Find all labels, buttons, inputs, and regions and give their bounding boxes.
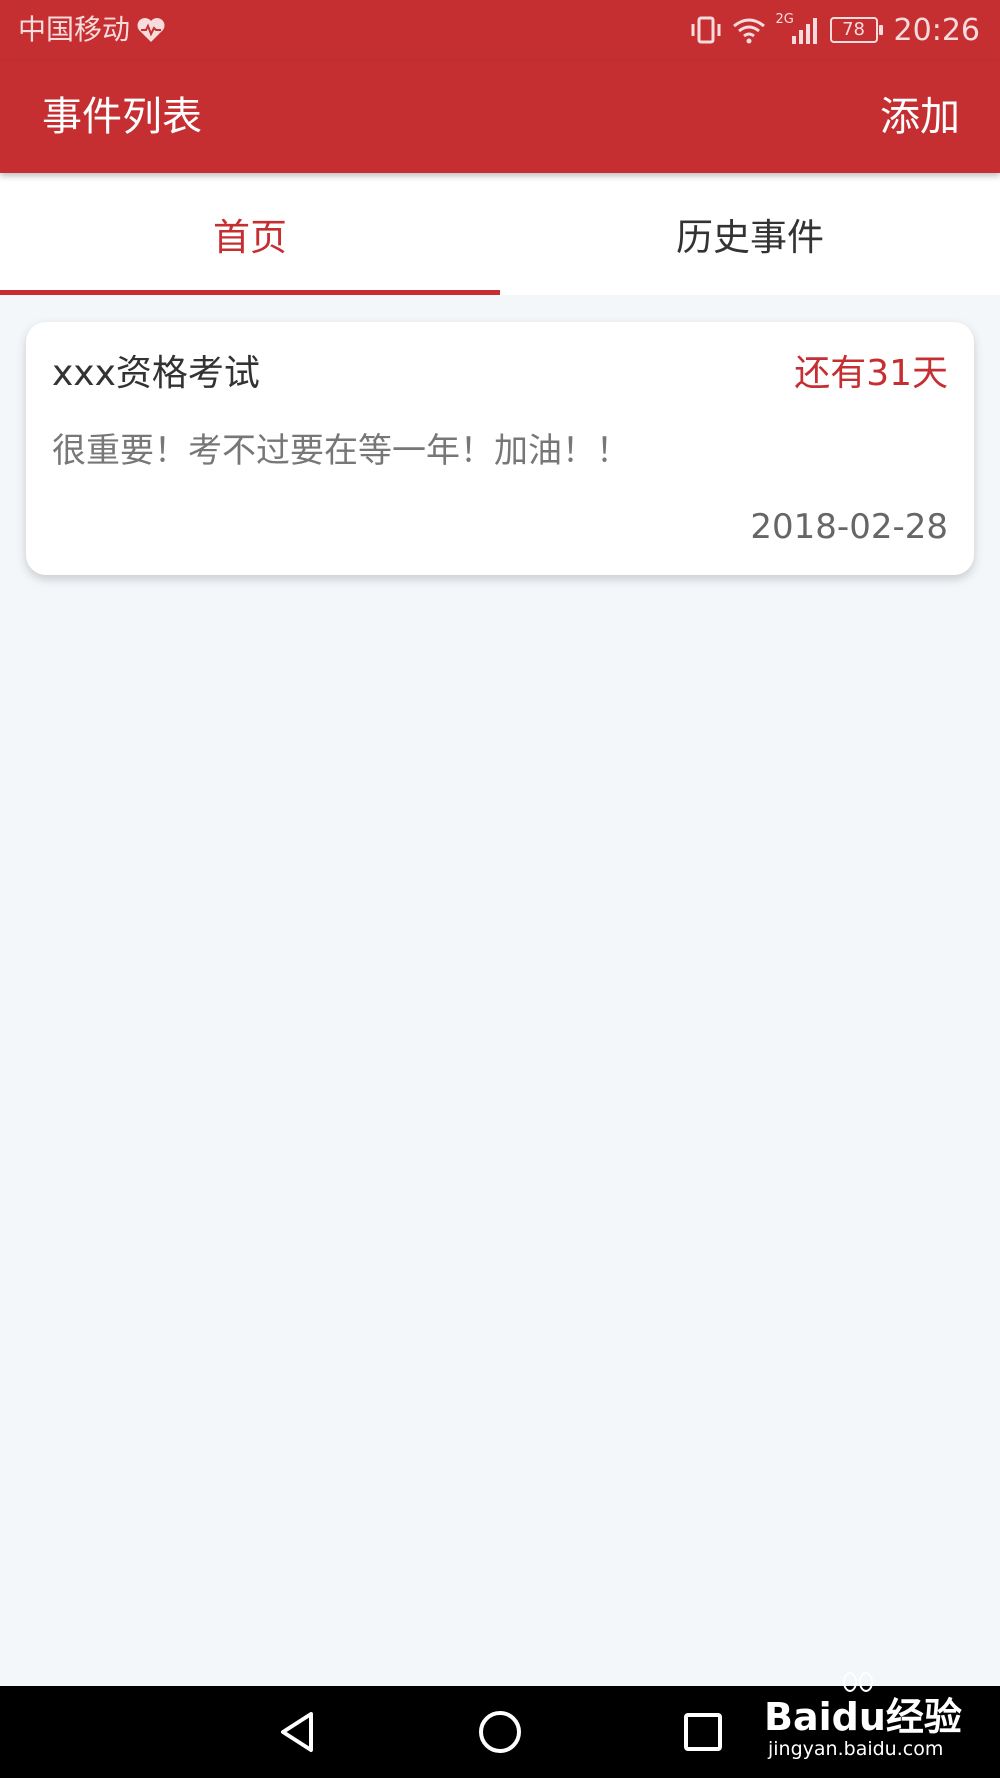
back-triangle-icon [281, 1712, 313, 1752]
event-description: 很重要！考不过要在等一年！加油！！ [52, 431, 630, 471]
vibrate-icon [691, 16, 721, 44]
tab-home-label: 首页 [213, 216, 287, 259]
recent-square-icon [684, 1713, 722, 1751]
add-event-button[interactable]: 添加 [880, 92, 960, 142]
tab-history-label: 历史事件 [676, 216, 824, 259]
signal-indicator: 2G [776, 12, 820, 46]
event-date: 2018-02-28 [750, 507, 948, 547]
tab-history[interactable]: 历史事件 [500, 173, 1000, 295]
tab-bar: 首页 历史事件 [0, 173, 1000, 295]
app-bar: 事件列表 添加 [0, 62, 1000, 173]
carrier-info: 中国移动 [18, 12, 166, 48]
wifi-icon [732, 18, 765, 44]
event-card[interactable]: xxx资格考试 还有31天 很重要！考不过要在等一年！加油！！ 2018-02-… [26, 322, 974, 575]
status-icons: 2G 78 20:26 [690, 10, 980, 50]
recent-apps-button[interactable] [648, 1686, 758, 1778]
back-button[interactable] [242, 1686, 352, 1778]
clock: 20:26 [893, 12, 980, 48]
signal-icon [791, 18, 817, 44]
watermark-url: jingyan.baidu.com [768, 1738, 944, 1760]
baidu-watermark: Baidu经验 jingyan.baidu.com [764, 1672, 984, 1772]
watermark-brand: Baidu经验 [764, 1695, 962, 1739]
health-heart-icon [137, 18, 165, 42]
home-circle-icon [479, 1711, 521, 1753]
status-bar: 中国移动 2G 78 20:26 [0, 0, 1000, 62]
event-countdown: 还有31天 [794, 353, 948, 394]
battery-icon: 78 [829, 17, 883, 43]
page-title: 事件列表 [42, 94, 202, 140]
event-title: xxx资格考试 [52, 353, 260, 394]
carrier-name: 中国移动 [18, 13, 131, 46]
home-button[interactable] [445, 1686, 555, 1778]
battery-level: 78 [842, 19, 865, 40]
tab-home[interactable]: 首页 [0, 173, 500, 295]
tab-selected-indicator [0, 290, 500, 295]
